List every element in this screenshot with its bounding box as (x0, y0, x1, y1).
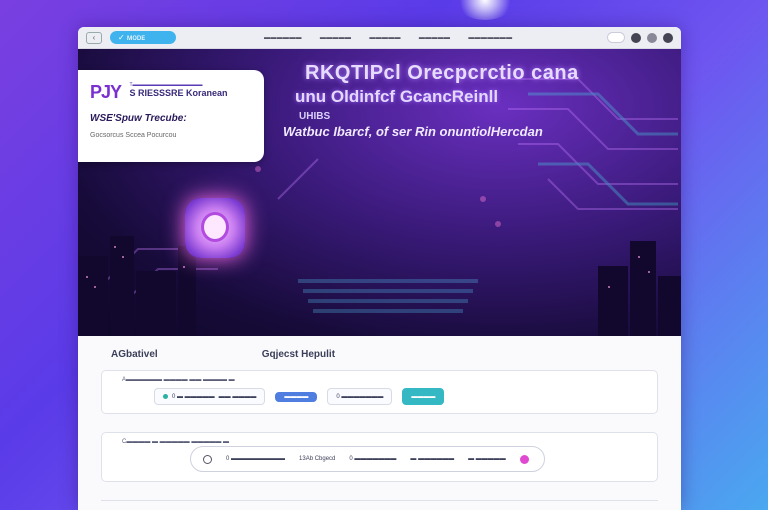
city-skyline (78, 236, 681, 336)
primary-chip[interactable]: ▬▬▬▬ (275, 391, 318, 402)
main-content: AGbativel Gqjecst Hepulit A▬▬▬▬▬▬ ▬▬▬▬ ▬… (78, 336, 681, 510)
option-chip[interactable]: 0 ▬▬▬▬▬▬▬ (327, 388, 393, 405)
hero-small-label: UHIBS (299, 111, 331, 122)
background-glow (455, 0, 515, 20)
window-controls (607, 32, 673, 43)
promo-card[interactable]: PJY T▬▬▬▬▬▬▬▬▬▬▬▬▬▬ S RIESSSRE Koranean … (78, 70, 264, 162)
card-tag-big: S RIESSSRE Koranean (129, 88, 228, 98)
panel-title: A▬▬▬▬▬▬ ▬▬▬▬ ▬▬ ▬▬▬▬ ▬ (122, 377, 235, 383)
footer-divider (101, 500, 658, 510)
options-panel: A▬▬▬▬▬▬ ▬▬▬▬ ▬▬ ▬▬▬▬ ▬ 0 ▬ ▬▬▬▬▬ ▬▬ ▬▬▬▬… (101, 370, 658, 414)
nav-tab[interactable]: ▬▬▬▬▬ (369, 35, 401, 41)
chip-row: 0 ▬ ▬▬▬▬▬ ▬▬ ▬▬▬▬ ▬▬▬▬ 0 ▬▬▬▬▬▬▬ ▬▬▬▬ (154, 388, 445, 405)
user-pin-icon[interactable] (519, 454, 529, 464)
search-panel: C▬▬▬▬ ▬ ▬▬▬▬▬ ▬▬▬▬▬ ▬ 0 ▬▬▬▬▬▬▬▬▬ 13Ab C… (101, 432, 658, 482)
toggle-chip[interactable]: ▬▬▬▬ (402, 388, 445, 405)
section-labels: AGbativel Gqjecst Hepulit (101, 336, 658, 360)
nav-tab[interactable]: ▬▬▬▬▬ (320, 35, 352, 41)
chip-label: ▬▬▬▬ (411, 393, 436, 400)
chip-label: ▬▬ ▬▬▬▬ (218, 393, 257, 400)
robot-face-icon (201, 212, 229, 242)
search-item[interactable]: 0 ▬▬▬▬▬▬▬ (349, 456, 396, 462)
search-item[interactable]: ▬ ▬▬▬▬▬▬ (410, 456, 454, 462)
settings-icon[interactable] (647, 32, 657, 43)
browser-toolbar: ‹ ✓ ᴍᴏᴅᴇ ▬▬▬▬▬▬ ▬▬▬▬▬ ▬▬▬▬▬ ▬▬▬▬▬ ▬▬▬▬▬▬… (78, 27, 681, 49)
nav-tabs: ▬▬▬▬▬▬ ▬▬▬▬▬ ▬▬▬▬▬ ▬▬▬▬▬ ▬▬▬▬▬▬▬ (264, 35, 512, 41)
search-item[interactable]: 0 ▬▬▬▬▬▬▬▬▬ (226, 456, 285, 462)
menu-icon[interactable] (663, 32, 673, 43)
status-dot-icon (163, 394, 168, 399)
panel-title: C▬▬▬▬ ▬ ▬▬▬▬▬ ▬▬▬▬▬ ▬ (122, 439, 230, 445)
card-subtext: Gocsorcus Sccea Pocurcou (90, 132, 177, 139)
robot-avatar-icon (185, 198, 245, 258)
chip-label: ▬▬▬▬ (284, 393, 309, 400)
brand-logo: PJY (90, 82, 122, 102)
card-tagline: T▬▬▬▬▬▬▬▬▬▬▬▬▬▬ S RIESSSRE Koranean (129, 82, 227, 98)
address-bar[interactable]: ✓ ᴍᴏᴅᴇ (110, 31, 176, 44)
toggle-pill[interactable] (607, 32, 625, 43)
hero-subtitle: unu Oldinfcf GcancReinll (295, 87, 499, 106)
profile-icon[interactable] (631, 32, 641, 43)
back-button[interactable]: ‹ (86, 31, 102, 44)
section-label-left: AGbativel (111, 349, 158, 360)
nav-tab[interactable]: ▬▬▬▬▬▬▬ (468, 35, 512, 41)
browser-window: ‹ ✓ ᴍᴏᴅᴇ ▬▬▬▬▬▬ ▬▬▬▬▬ ▬▬▬▬▬ ▬▬▬▬▬ ▬▬▬▬▬▬… (78, 27, 681, 510)
nav-tab[interactable]: ▬▬▬▬▬▬ (264, 35, 302, 41)
chip-label: 0 ▬ ▬▬▬▬▬ (172, 393, 215, 400)
option-chip[interactable]: 0 ▬ ▬▬▬▬▬ ▬▬ ▬▬▬▬ (154, 388, 266, 405)
nav-tab[interactable]: ▬▬▬▬▬ (419, 35, 451, 41)
chip-label: 0 ▬▬▬▬▬▬▬ (336, 393, 384, 400)
search-item[interactable]: 13Ab Cbgecd (299, 456, 335, 462)
hero-banner: PJY T▬▬▬▬▬▬▬▬▬▬▬▬▬▬ S RIESSSRE Koranean … (78, 49, 681, 336)
card-headline: WSE'Spuw Trecube: (90, 113, 187, 124)
hero-title: RKQTIPcl Orecpcrctio cana (305, 62, 579, 84)
section-label-right: Gqjecst Hepulit (261, 349, 336, 360)
search-icon (203, 454, 212, 464)
search-item[interactable]: ▬ ▬▬▬▬▬ (468, 456, 506, 462)
hero-tagline: Watbuc Ibarcf, of ser Rin onuntiolHercda… (283, 124, 543, 139)
search-input[interactable]: 0 ▬▬▬▬▬▬▬▬▬ 13Ab Cbgecd 0 ▬▬▬▬▬▬▬ ▬ ▬▬▬▬… (190, 446, 545, 472)
